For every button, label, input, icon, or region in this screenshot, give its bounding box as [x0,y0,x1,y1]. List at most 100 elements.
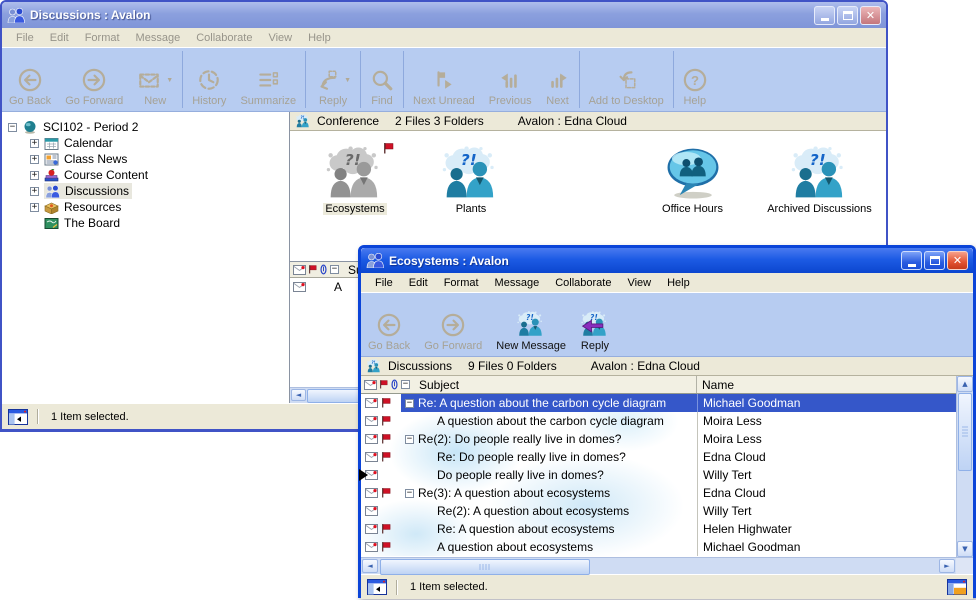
tree-root-sci102[interactable]: − SCI102 - Period 2 [2,119,289,135]
toolbar-summarize[interactable]: Summarize [233,48,303,111]
toolbar-history[interactable]: History [185,48,233,111]
conference-ecosystems[interactable]: Ecosystems [300,145,410,215]
toolbar-reply[interactable]: ▼ Reply [308,48,358,111]
menu-message[interactable]: Message [487,275,548,291]
message-subject: Re(2): A question about ecosystems [437,504,629,518]
collapse-thread-icon[interactable]: − [405,399,414,408]
flag-column-icon[interactable] [309,265,317,274]
flag-column-icon[interactable] [380,380,388,389]
scroll-left-icon[interactable]: ◄ [291,389,306,401]
menu-collaborate[interactable]: Collaborate [547,275,619,291]
scroll-down-icon[interactable]: ▼ [957,541,973,557]
scroll-right-icon[interactable]: ► [939,559,955,573]
maximize-button[interactable] [924,251,945,270]
paperclip-column-icon[interactable] [320,264,327,275]
toolbar-go-forward[interactable]: Go Forward [58,48,130,111]
scrollbar-thumb[interactable] [380,559,590,575]
tree-item-discussions[interactable]: + Discussions [2,183,289,199]
menu-view[interactable]: View [260,30,300,46]
tree-item-resources[interactable]: + Resources [2,199,289,215]
close-button[interactable]: ✕ [947,251,968,270]
tree-item-course-content[interactable]: + Course Content [2,167,289,183]
menu-format[interactable]: Format [436,275,487,291]
envelope-icon [293,282,306,292]
close-icon: ✕ [953,255,962,266]
minimize-button[interactable] [901,251,922,270]
menu-file[interactable]: File [367,275,401,291]
collapse-icon[interactable]: − [8,123,17,132]
maximize-button[interactable] [837,6,858,25]
toolbar-help[interactable]: ? Help [676,48,714,111]
menu-help[interactable]: Help [659,275,698,291]
subject-column-header[interactable]: Subject [419,378,459,392]
titlebar[interactable]: Discussions : Avalon ✕ [2,2,886,28]
pane-toggle-icon[interactable] [367,579,387,595]
menu-edit[interactable]: Edit [42,30,77,46]
message-row[interactable]: Do people really live in domes? Willy Te… [361,466,973,484]
envelope-column-icon[interactable] [364,380,377,390]
office-hours-icon [662,145,724,201]
course-tree: − SCI102 - Period 2 + Calendar + [2,112,290,403]
envelope-column-icon[interactable] [293,265,306,275]
toolbar-go-back[interactable]: Go Back [361,293,417,356]
paperclip-column-icon[interactable] [391,379,398,390]
collapse-all-icon[interactable]: − [330,265,339,274]
toolbar-previous[interactable]: Previous [482,48,539,111]
message-subject: A question about ecosystems [437,540,593,554]
message-row[interactable]: A question about the carbon cycle diagra… [361,412,973,430]
menu-help[interactable]: Help [300,30,339,46]
conference-office-hours[interactable]: Office Hours [635,145,750,215]
pane-toggle-icon[interactable] [8,409,28,425]
collapse-thread-icon[interactable]: − [405,489,414,498]
tree-item-the-board[interactable]: The Board [2,215,289,231]
toolbar-find[interactable]: Find [363,48,401,111]
expand-icon[interactable]: + [30,203,39,212]
close-button[interactable]: ✕ [860,6,881,25]
view-toggle-icon[interactable] [947,579,967,595]
message-row[interactable]: −Re(2): Do people really live in domes? … [361,430,973,448]
scroll-left-icon[interactable]: ◄ [362,559,378,573]
message-row[interactable]: −Re(3): A question about ecosystems Edna… [361,484,973,502]
toolbar-add-to-desktop[interactable]: Add to Desktop [582,48,671,111]
toolbar-next-unread[interactable]: Next Unread [406,48,482,111]
message-row[interactable]: Re: A question about ecosystems Helen Hi… [361,520,973,538]
collapse-thread-icon[interactable]: − [405,435,414,444]
message-row[interactable]: Re(2): A question about ecosystems Willy… [361,502,973,520]
menu-collaborate[interactable]: Collaborate [188,30,260,46]
dropdown-arrow-icon[interactable]: ▼ [344,77,351,84]
conference-archived-discussions[interactable]: Archived Discussions [752,145,887,215]
message-row[interactable]: A question about ecosystems Michael Good… [361,538,973,556]
conference-plants[interactable]: Plants [416,145,526,215]
toolbar-next[interactable]: Next [539,48,577,111]
toolbar-new[interactable]: ▼ New [130,48,180,111]
envelope-icon [365,434,378,444]
scroll-up-icon[interactable]: ▲ [957,376,973,392]
menu-file[interactable]: File [8,30,42,46]
tree-item-class-news[interactable]: + Class News [2,151,289,167]
minimize-button[interactable] [814,6,835,25]
column-divider[interactable] [696,376,697,393]
expand-icon[interactable]: + [30,171,39,180]
toolbar-reply[interactable]: Reply [573,293,617,356]
message-row[interactable]: −Re: A question about the carbon cycle d… [361,394,973,412]
dropdown-arrow-icon[interactable]: ▼ [166,77,173,84]
menu-format[interactable]: Format [77,30,128,46]
menu-message[interactable]: Message [128,30,189,46]
toolbar-go-forward[interactable]: Go Forward [417,293,489,356]
name-column-header[interactable]: Name [702,378,734,392]
toolbar-new-message[interactable]: New Message [489,293,573,356]
toolbar-go-back[interactable]: Go Back [2,48,58,111]
tree-item-calendar[interactable]: + Calendar [2,135,289,151]
titlebar[interactable]: Ecosystems : Avalon ✕ [361,248,973,273]
scrollbar-thumb[interactable] [958,393,972,471]
vertical-scrollbar[interactable]: ▲ ▼ [956,376,973,557]
expand-icon[interactable]: + [30,155,39,164]
menu-view[interactable]: View [619,275,659,291]
message-row[interactable]: Re: Do people really live in domes? Edna… [361,448,973,466]
menu-edit[interactable]: Edit [401,275,436,291]
message-author: Willy Tert [697,466,956,484]
horizontal-scrollbar[interactable]: ◄ ► [361,557,973,574]
expand-icon[interactable]: + [30,139,39,148]
expand-icon[interactable]: + [30,187,39,196]
collapse-all-icon[interactable]: − [401,380,410,389]
